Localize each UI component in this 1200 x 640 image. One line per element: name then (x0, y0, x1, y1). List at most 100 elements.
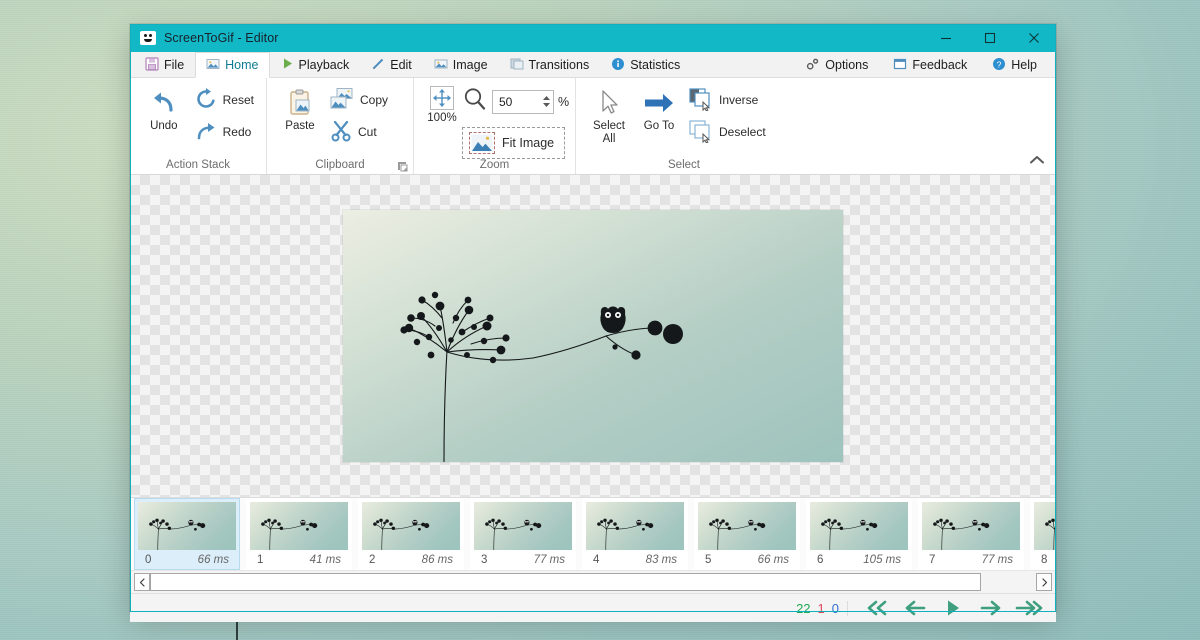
play-icon (281, 57, 294, 73)
zoom-spinner[interactable] (542, 95, 551, 108)
frame-meta: 3 77 ms (471, 550, 575, 569)
cut-button[interactable]: Cut (325, 116, 392, 148)
filmstrip-frame-4[interactable]: 4 83 ms (582, 498, 688, 570)
previous-frame-button[interactable] (896, 595, 934, 621)
tab-transitions[interactable]: Transitions (499, 52, 601, 78)
maximize-button[interactable] (968, 24, 1012, 52)
tab-help[interactable]: ? Help (981, 52, 1048, 78)
tab-feedback[interactable]: Feedback (882, 52, 978, 78)
cut-label: Cut (358, 125, 377, 139)
filmstrip-frame-2[interactable]: 2 86 ms (358, 498, 464, 570)
spinner-up-icon (543, 96, 550, 100)
filmstrip-frame-1[interactable]: 1 41 ms (246, 498, 352, 570)
inverse-label: Inverse (719, 93, 759, 107)
ribbon-group-select: Select All Go To Inverse Deselect Select (575, 78, 792, 174)
frame-thumbnail (250, 502, 348, 550)
minimize-button[interactable] (924, 24, 968, 52)
frame-index: 2 (369, 553, 376, 566)
frame-preview[interactable] (343, 210, 843, 462)
zoom-level-input[interactable]: 50 (492, 89, 554, 114)
right-arrow-icon (643, 86, 675, 120)
reset-button[interactable]: Reset (190, 84, 258, 116)
frame-duration: 77 ms (533, 553, 565, 566)
canvas-area[interactable] (130, 175, 1056, 497)
fit-arrows-icon (429, 84, 455, 112)
scroll-right-button[interactable] (1036, 573, 1052, 591)
tab-feedback-label: Feedback (912, 58, 968, 72)
tab-playback[interactable]: Playback (270, 52, 361, 78)
spinner-down-icon (543, 103, 550, 107)
scrollbar-track[interactable] (150, 573, 981, 591)
copy-button[interactable]: Copy (325, 84, 392, 116)
select-all-button[interactable]: Select All (584, 82, 634, 146)
frame-thumbnail (362, 502, 460, 550)
frame-thumbnail (586, 502, 684, 550)
filmstrip[interactable]: 0 66 ms 1 41 ms 2 86 ms 3 77 ms 4 83 ms … (130, 497, 1056, 570)
frame-thumbnail (922, 502, 1020, 550)
frame-index: 3 (481, 553, 488, 566)
redo-label: Redo (222, 125, 252, 139)
tab-image[interactable]: Image (423, 52, 499, 78)
frame-index: 7 (929, 553, 936, 566)
last-frame-button[interactable] (1010, 595, 1048, 621)
frame-index: 5 (705, 553, 712, 566)
next-frame-button[interactable] (972, 595, 1010, 621)
magnifier-icon (462, 86, 488, 117)
current-frame-index: 0 (831, 600, 839, 616)
frame-duration: 86 ms (421, 553, 453, 566)
tab-options[interactable]: Options (795, 52, 879, 78)
frame-thumbnail (698, 502, 796, 550)
filmstrip-frame-0[interactable]: 0 66 ms (134, 498, 240, 570)
clipboard-dialog-launcher[interactable] (397, 160, 409, 172)
reset-circular-arrow-icon (194, 87, 218, 114)
frame-meta: 5 66 ms (695, 550, 799, 569)
play-button[interactable] (934, 595, 972, 621)
copy-images-icon (329, 87, 355, 114)
ribbon-tabstrip-right: Options Feedback ? Help (795, 51, 1056, 77)
undo-label: Undo (150, 120, 178, 132)
ribbon-group-zoom: 100% 50 % Fit Image Zoom (413, 78, 575, 174)
inverse-button[interactable]: Inverse (684, 84, 770, 116)
close-button[interactable] (1012, 24, 1056, 52)
ribbon-tabstrip: File Home Playback Edit Image Transition… (130, 52, 1056, 78)
go-to-button[interactable]: Go To (634, 82, 684, 133)
ribbon-body: Undo Reset Redo Action Stack Paste Copy … (130, 78, 1056, 174)
ribbon-group-select-label: Select (668, 159, 700, 171)
scissors-icon (329, 119, 353, 146)
tab-file-label: File (164, 58, 185, 72)
scroll-left-button[interactable] (134, 573, 150, 591)
filmstrip-frame-8[interactable]: 8 (1030, 498, 1056, 570)
frame-index: 0 (145, 553, 152, 566)
tab-file[interactable]: File (134, 52, 195, 78)
filmstrip-frame-7[interactable]: 7 77 ms (918, 498, 1024, 570)
window-controls (924, 24, 1056, 52)
first-frame-button[interactable] (858, 595, 896, 621)
collapse-ribbon-button[interactable] (1026, 150, 1048, 170)
redo-button[interactable]: Redo (190, 116, 258, 148)
scrollbar-thumb[interactable] (151, 574, 782, 590)
tab-home[interactable]: Home (195, 52, 270, 78)
filmstrip-frame-5[interactable]: 5 66 ms (694, 498, 800, 570)
frame-thumbnail (810, 502, 908, 550)
tab-home-label: Home (225, 58, 259, 72)
tab-edit[interactable]: Edit (360, 52, 423, 78)
inverse-selection-icon (688, 87, 714, 114)
zoom-100-button[interactable]: 100% (422, 82, 462, 125)
deselect-button[interactable]: Deselect (684, 116, 770, 148)
frame-index: 6 (817, 553, 824, 566)
frame-meta: 8 (1031, 550, 1056, 569)
tab-statistics[interactable]: Statistics (600, 52, 691, 78)
ribbon-group-action-stack: Undo Reset Redo Action Stack (130, 78, 266, 174)
frame-meta: 1 41 ms (247, 550, 351, 569)
ribbon-group-clipboard-label: Clipboard (315, 159, 365, 171)
fit-image-button[interactable]: Fit Image (462, 127, 566, 160)
filmstrip-scrollbar[interactable] (130, 570, 1056, 593)
filmstrip-frame-6[interactable]: 6 105 ms (806, 498, 912, 570)
paste-button[interactable]: Paste (275, 82, 325, 133)
save-floppy-icon (145, 56, 159, 74)
frame-thumbnail (474, 502, 572, 550)
filmstrip-frame-3[interactable]: 3 77 ms (470, 498, 576, 570)
tab-transitions-label: Transitions (528, 58, 590, 72)
layers-icon (510, 57, 524, 74)
undo-button[interactable]: Undo (138, 82, 190, 133)
